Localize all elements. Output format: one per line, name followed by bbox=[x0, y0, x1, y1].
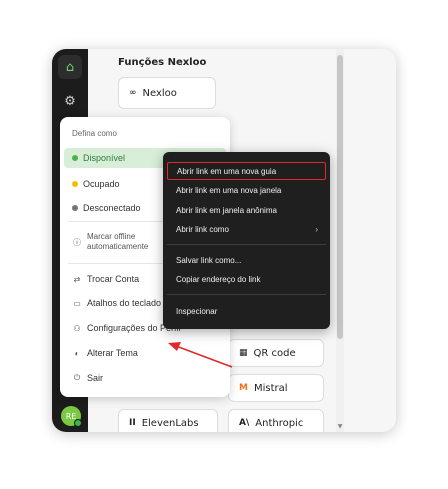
qrcode-icon: ▦ bbox=[239, 348, 248, 358]
anthropic-card[interactable]: A\ Anthropic bbox=[228, 409, 324, 432]
online-status-dot bbox=[74, 419, 82, 427]
copy-link-item[interactable]: Copiar endereço do link bbox=[167, 270, 326, 288]
offline-dot-icon bbox=[72, 205, 78, 211]
switch-account-label: Trocar Conta bbox=[87, 274, 140, 284]
context-divider bbox=[167, 294, 326, 295]
scroll-down-icon[interactable]: ▼ bbox=[336, 423, 344, 430]
keyboard-shortcuts-label: Atalhos do teclado bbox=[87, 298, 162, 308]
mark-offline-label: Marcar offline automaticamente bbox=[87, 232, 149, 251]
section-title: Funções Nexloo bbox=[118, 57, 207, 68]
mistral-card-label: Mistral bbox=[253, 382, 288, 394]
keyboard-icon: ▭ bbox=[73, 298, 81, 308]
status-available-label: Disponível bbox=[83, 153, 126, 163]
avatar[interactable]: RE bbox=[61, 406, 82, 427]
inspect-label: Inspecionar bbox=[176, 306, 218, 316]
elevenlabs-logo-icon: II bbox=[129, 418, 136, 428]
open-link-as-item[interactable]: Abrir link como › bbox=[167, 220, 326, 238]
open-incognito-item[interactable]: Abrir link em janela anônima bbox=[167, 201, 326, 219]
elevenlabs-card[interactable]: II ElevenLabs bbox=[118, 409, 218, 432]
nexloo-card[interactable]: ∞ Nexloo bbox=[118, 77, 216, 109]
logout-label: Sair bbox=[87, 373, 104, 383]
save-link-item[interactable]: Salvar link como... bbox=[167, 251, 326, 269]
save-link-label: Salvar link como... bbox=[176, 255, 242, 265]
mistral-logo-icon: M bbox=[239, 383, 248, 393]
theme-icon: ◐ bbox=[74, 348, 80, 358]
anthropic-logo-icon: A\ bbox=[239, 418, 250, 428]
link-context-menu: Abrir link em uma nova guia Abrir link e… bbox=[163, 152, 330, 329]
app-logo-icon[interactable]: ⌂ bbox=[58, 55, 82, 79]
open-new-tab-label: Abrir link em uma nova guia bbox=[177, 166, 277, 176]
scrollbar-thumb[interactable] bbox=[337, 55, 343, 339]
qrcode-card[interactable]: ▦ QR code bbox=[228, 339, 324, 367]
change-theme-label: Alterar Tema bbox=[87, 348, 138, 358]
open-new-tab-item[interactable]: Abrir link em uma nova guia bbox=[167, 162, 326, 180]
copy-link-label: Copiar endereço do link bbox=[176, 274, 261, 284]
anthropic-card-label: Anthropic bbox=[255, 417, 304, 429]
mistral-card[interactable]: M Mistral bbox=[228, 374, 324, 402]
gear-icon[interactable]: ⚙ bbox=[58, 89, 82, 113]
status-menu-heading: Defina como bbox=[72, 129, 117, 138]
nexloo-card-label: Nexloo bbox=[142, 87, 177, 99]
open-incognito-label: Abrir link em janela anônima bbox=[176, 205, 277, 215]
chevron-right-icon: › bbox=[315, 224, 318, 234]
open-link-as-label: Abrir link como bbox=[176, 224, 229, 234]
busy-dot-icon bbox=[72, 181, 78, 187]
info-icon: ⓘ bbox=[73, 237, 81, 247]
open-new-window-item[interactable]: Abrir link em uma nova janela bbox=[167, 181, 326, 199]
status-busy-label: Ocupado bbox=[83, 179, 120, 189]
power-icon: ⏻ bbox=[73, 373, 81, 382]
swap-icon: ⇄ bbox=[73, 274, 81, 284]
open-new-window-label: Abrir link em uma nova janela bbox=[176, 185, 282, 195]
elevenlabs-card-label: ElevenLabs bbox=[141, 417, 199, 429]
inspect-item[interactable]: Inspecionar bbox=[167, 302, 326, 320]
change-theme-item[interactable]: ◐ Alterar Tema bbox=[64, 343, 226, 363]
nexloo-logo-icon: ∞ bbox=[129, 88, 137, 98]
available-dot-icon bbox=[72, 155, 78, 161]
logout-item[interactable]: ⏻ Sair bbox=[64, 368, 226, 388]
status-offline-label: Desconectado bbox=[83, 203, 141, 213]
context-divider bbox=[167, 244, 326, 245]
qrcode-card-label: QR code bbox=[253, 347, 296, 359]
user-icon: ⚇ bbox=[73, 323, 81, 333]
